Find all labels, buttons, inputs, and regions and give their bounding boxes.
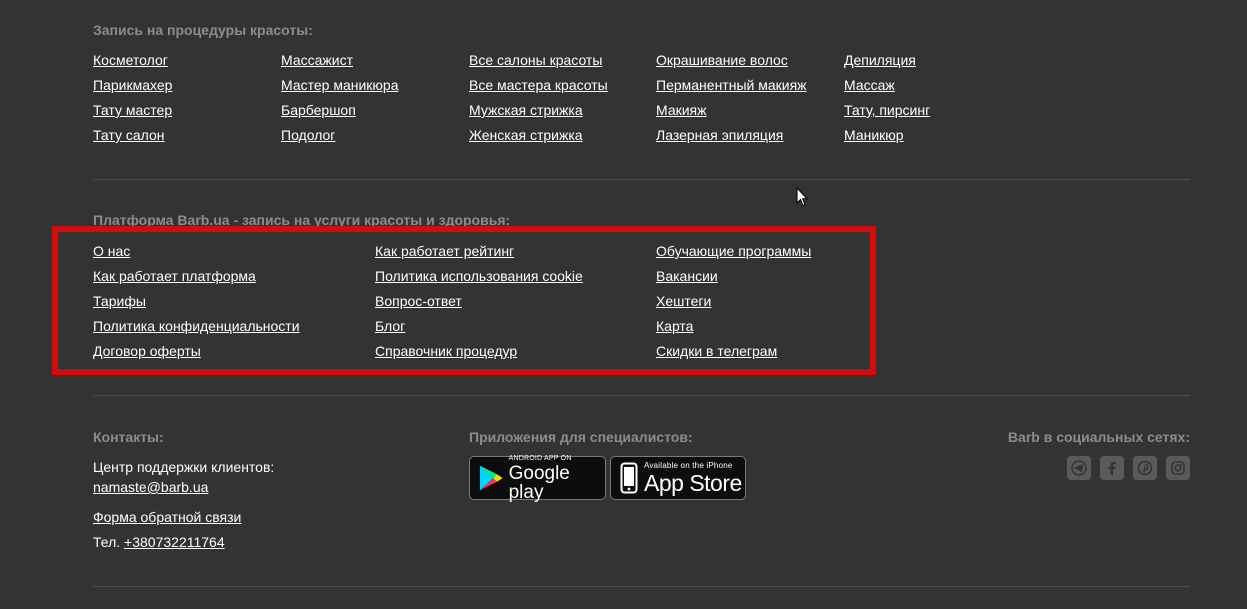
procedure-link[interactable]: Макияж — [656, 102, 707, 118]
app-store-button[interactable]: Available on the iPhone App Store — [610, 456, 746, 500]
telegram-icon[interactable] — [1067, 456, 1091, 480]
divider — [93, 179, 1190, 180]
procedure-link[interactable]: Тату, пирсинг — [844, 102, 930, 118]
google-play-text: ANDROID APP ON Google play — [509, 455, 605, 502]
procedure-link[interactable]: Женская стрижка — [469, 127, 583, 143]
procedure-link[interactable]: Барбершоп — [281, 102, 356, 118]
site-footer: Запись на процедуры красоты: Косметолог … — [0, 0, 1247, 609]
procedures-title: Запись на процедуры красоты: — [93, 22, 313, 38]
instagram-icon[interactable] — [1166, 456, 1190, 480]
procedure-link[interactable]: Все мастера красоты — [469, 77, 608, 93]
procedure-link[interactable]: Окрашивание волос — [656, 52, 788, 68]
divider — [93, 586, 1190, 587]
procedure-link[interactable]: Парикмахер — [93, 77, 172, 93]
contacts-title: Контакты: — [93, 429, 164, 445]
procedure-link[interactable]: Подолог — [281, 127, 335, 143]
procedure-link[interactable]: Мужская стрижка — [469, 102, 583, 118]
app-store-text: Available on the iPhone App Store — [644, 460, 742, 496]
procedure-link[interactable]: Тату салон — [93, 127, 165, 143]
mouse-cursor-icon — [796, 187, 808, 207]
pinterest-icon[interactable] — [1133, 456, 1157, 480]
social-title: Barb в социальных сетях: — [1007, 429, 1190, 445]
app-store-big-text: App Store — [644, 469, 742, 496]
procedure-link[interactable]: Массажист — [281, 52, 353, 68]
app-store-small-text: Available on the iPhone — [644, 460, 733, 470]
phone-link[interactable]: +380732211764 — [124, 534, 225, 550]
divider — [93, 395, 1190, 396]
procedure-link[interactable]: Все салоны красоты — [469, 52, 602, 68]
support-label: Центр поддержки клиентов: — [93, 459, 275, 475]
google-play-icon — [479, 465, 503, 491]
procedure-link[interactable]: Депиляция — [844, 52, 916, 68]
phone-row: Тел. +380732211764 — [93, 534, 225, 550]
google-play-big-text: Google play — [508, 462, 570, 503]
procedure-link[interactable]: Косметолог — [93, 52, 168, 68]
iphone-icon — [620, 462, 638, 494]
procedure-link[interactable]: Лазерная эпиляция — [656, 127, 783, 143]
google-play-button[interactable]: ANDROID APP ON Google play — [469, 455, 606, 502]
highlight-box — [52, 226, 876, 375]
google-play-small-text: ANDROID APP ON — [508, 454, 572, 462]
procedure-link[interactable]: Мастер маникюра — [281, 77, 398, 93]
feedback-form-link[interactable]: Форма обратной связи — [93, 509, 241, 525]
facebook-icon[interactable] — [1100, 456, 1124, 480]
support-email-link[interactable]: namaste@barb.ua — [93, 479, 208, 495]
social-icons — [1067, 456, 1190, 480]
procedure-link[interactable]: Маникюр — [844, 127, 904, 143]
procedure-link[interactable]: Массаж — [844, 77, 895, 93]
procedure-link[interactable]: Перманентный макияж — [656, 77, 807, 93]
procedure-link[interactable]: Тату мастер — [93, 102, 172, 118]
apps-title: Приложения для специалистов: — [469, 429, 693, 445]
phone-label: Тел. — [93, 534, 121, 550]
